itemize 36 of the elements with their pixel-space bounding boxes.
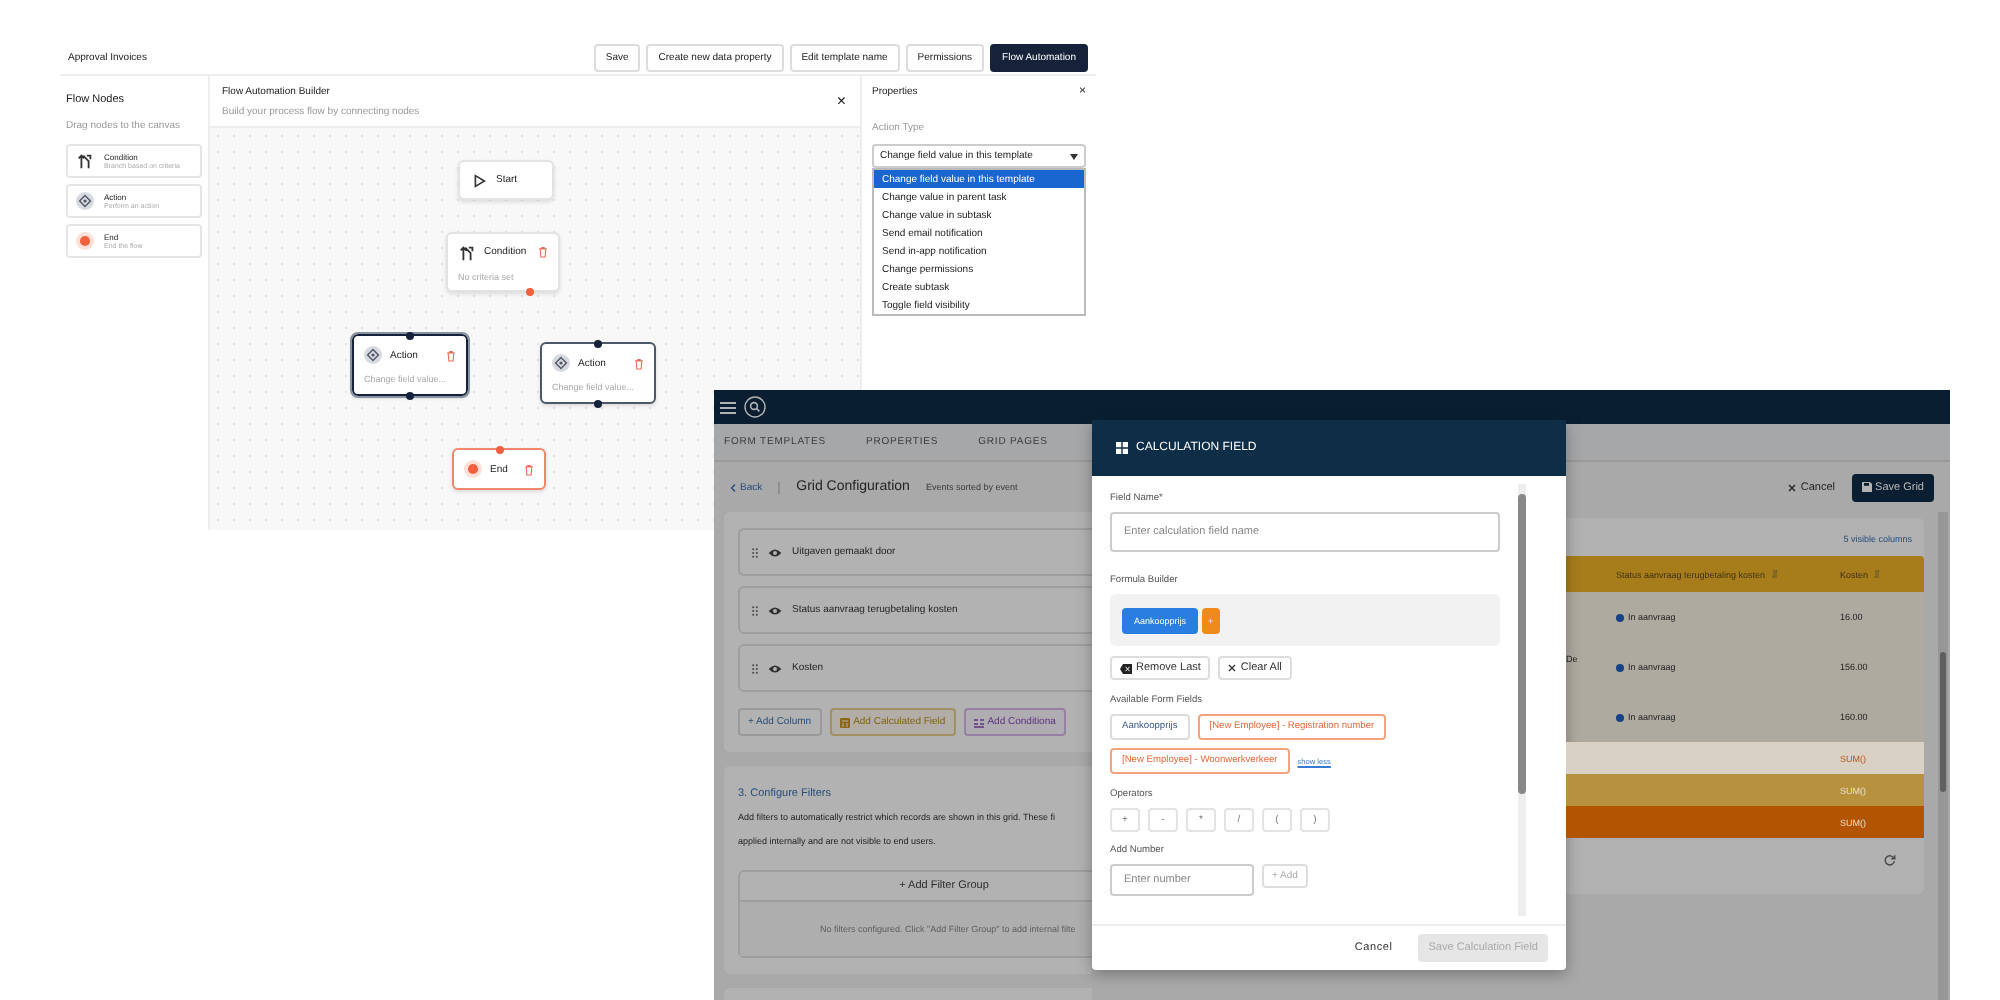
grid-icon [1116,442,1128,454]
play-icon [470,171,488,189]
trash-icon[interactable] [524,463,534,475]
eye-icon[interactable] [768,605,782,615]
floppy-disk-icon [1861,482,1872,492]
scrollbar[interactable] [1518,484,1526,916]
refresh-icon[interactable] [1884,854,1896,866]
chevron-left-icon [730,483,736,491]
close-icon[interactable]: × [836,92,846,110]
trash-icon[interactable] [634,357,644,369]
branch-icon [76,152,94,170]
action-icon [364,346,382,364]
connection-handle[interactable] [526,287,535,295]
list-icon [973,717,984,727]
action-icon [76,192,94,210]
action-icon [552,354,570,372]
eye-icon[interactable] [768,547,782,557]
trash-icon[interactable] [538,246,548,258]
close-icon [1788,483,1797,491]
scrollbar[interactable] [1938,512,1948,1000]
close-icon [1228,664,1237,672]
menu-icon[interactable] [720,401,736,413]
connection-handle[interactable] [594,399,602,407]
end-icon [464,460,482,478]
branch-icon [458,243,476,261]
connection-handle[interactable] [406,331,414,339]
trash-icon[interactable] [446,349,456,361]
eye-icon[interactable] [768,663,782,673]
caret-icon [1070,153,1078,159]
end-icon [76,232,94,250]
calculator-icon [839,717,850,727]
backspace-icon [1120,663,1132,673]
search-icon[interactable] [744,396,766,418]
connection-handle[interactable] [495,445,503,453]
connection-handle[interactable] [594,339,602,347]
connection-handle[interactable] [406,391,414,399]
